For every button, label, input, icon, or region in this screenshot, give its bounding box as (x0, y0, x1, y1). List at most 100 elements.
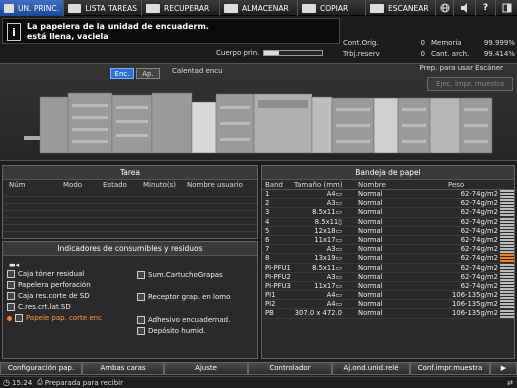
job-row[interactable] (3, 225, 257, 232)
duplex-button[interactable]: Ambas caras (82, 362, 164, 375)
consumable-item[interactable]: Sum.CartuchoGrapas (137, 271, 223, 279)
tray-name: Normal (358, 309, 383, 318)
tab-main-unit[interactable]: UN. PRINC. (0, 0, 64, 16)
column-header: Minuto(s) (143, 181, 176, 189)
consumables-title: Indicadores de consumibles y residuos (3, 242, 257, 256)
sample-print-config-button[interactable]: Conf.impr.muestra (410, 362, 490, 375)
tray-size: 12x18▭ (314, 226, 342, 235)
paper-empty-icon (500, 254, 514, 263)
tray-row[interactable]: 6 11x17▭ Normal 62-74g/m2 (262, 235, 514, 246)
tab-job-list[interactable]: LISTA TAREAS (64, 0, 142, 16)
status-text: Preparada para recibir (44, 378, 123, 387)
tray-row[interactable]: 8 13x19▭ Normal 62-74g/m2 (262, 254, 514, 264)
tray-name: Normal (358, 254, 383, 263)
column-header: Estado (103, 181, 127, 189)
tray-row[interactable]: PI-PFU1 8.5x11▭ Normal 62-74g/m2 (262, 264, 514, 273)
message-area: i La papelera de la unidad de encuaderm.… (2, 18, 340, 44)
tray-row[interactable]: PI-PFU3 11x17▭ Normal 62-74g/m2 (262, 281, 514, 292)
retrieve-icon (146, 3, 160, 13)
paper-level-icon (500, 281, 514, 290)
network-icon: ⇄ (507, 378, 513, 387)
tab-label: UN. PRINC. (17, 3, 59, 13)
consumable-label: Papele pap. corte enc (26, 314, 102, 322)
job-row[interactable] (3, 197, 257, 204)
main-body-indicator: Cuerpo prin. (216, 49, 324, 57)
consumable-label: Caja tóner residual (18, 270, 85, 278)
clock-icon: ◷ (3, 378, 10, 387)
column-header: Modo (63, 181, 83, 189)
relay-unit-adjust-button[interactable]: Aj.ond.unid.relé (332, 362, 410, 375)
tab-label: ESCANEAR (388, 3, 429, 13)
tray-name: Normal (358, 291, 383, 300)
tray-name: Normal (358, 272, 383, 281)
tray-band: 8 (265, 254, 270, 263)
counter-row: Cont.Orig. 0 Memoria 99.999% (343, 39, 515, 49)
job-row[interactable] (3, 190, 257, 197)
tray-band: PI-PFU2 (265, 272, 291, 281)
tray-band: 5 (265, 226, 270, 235)
tray-name: Normal (358, 245, 383, 254)
message-line-1: La papelera de la unidad de encuaderm. (27, 22, 209, 31)
consumable-item[interactable]: C.res.crt.lat.SD (7, 303, 71, 311)
tray-weight: 62-74g/m2 (460, 235, 498, 244)
volume-button[interactable] (454, 0, 476, 16)
tray-row[interactable]: 3 8.5x11▭ Normal 62-74g/m2 (262, 208, 514, 218)
consumable-item[interactable]: Adhesivo encuadernad. (137, 316, 230, 324)
counter-value: 0 (420, 39, 425, 47)
arrow-right-icon: ▶ (500, 364, 507, 372)
job-row[interactable] (3, 211, 257, 218)
paper-level-icon (500, 309, 514, 318)
scan-icon (370, 3, 384, 13)
paper-setting-button[interactable]: Configuración pap. (0, 362, 82, 375)
tray-size: 13x19▭ (314, 254, 342, 263)
paper-level-icon (500, 245, 514, 254)
job-row[interactable] (3, 218, 257, 225)
tray-size: 11x17▭ (314, 235, 342, 244)
tray-name: Normal (358, 300, 383, 309)
paper-tray-title: Bandeja de papel (262, 166, 514, 180)
speaker-icon (460, 3, 467, 13)
consumable-item[interactable]: Depósito humid. (137, 327, 206, 335)
tray-row[interactable]: 5 12x18▭ Normal 62-74g/m2 (262, 227, 514, 236)
controller-button[interactable]: Controlador (248, 362, 332, 375)
adjust-button[interactable]: Ajuste (164, 362, 248, 375)
tab-scan[interactable]: ESCANEAR (366, 0, 436, 16)
tray-band: 3 (265, 208, 270, 217)
tray-row[interactable]: 2 A3▭ Normal 62-74g/m2 (262, 199, 514, 209)
status-bar: ◷ 15:24 ⎙ Preparada para recibir ⇄ (0, 376, 517, 388)
counter-value: 99.414% (483, 50, 515, 58)
tray-row[interactable]: PI2 A4▭ Normal 106-135g/m2 (262, 300, 514, 310)
tray-row[interactable]: 4 8.5x11▯ Normal 62-74g/m2 (262, 218, 514, 227)
help-button[interactable]: ? (476, 0, 496, 16)
tab-store[interactable]: ALMACENAR (220, 0, 298, 16)
consumable-item[interactable]: Caja tóner residual (7, 270, 84, 278)
consumable-item[interactable]: Receptor grap. en lomo (137, 293, 230, 301)
job-panel: Tarea Núm Modo Estado Minuto(s) Nombre u… (2, 165, 258, 239)
consumable-item-alert[interactable]: Papele pap. corte enc (7, 314, 102, 322)
column-header: Núm (9, 181, 26, 189)
tray-name: Normal (358, 208, 383, 217)
clock-time: 15:24 (11, 378, 33, 387)
tray-weight: 62-74g/m2 (460, 199, 498, 208)
tray-row[interactable]: PI1 A4▭ Normal 106-135g/m2 (262, 291, 514, 301)
tab-retrieve[interactable]: RECUPERAR (142, 0, 220, 16)
consumables-list: ▬◂ Caja tóner residual Papelera perforac… (3, 257, 257, 358)
consumable-item[interactable]: Papelera perforación (7, 281, 91, 289)
paper-level-icon (500, 272, 514, 281)
tray-row[interactable]: PB 307.0 x 472.0 Normal 106-135g/m2 (262, 309, 514, 319)
tray-weight: 62-74g/m2 (460, 226, 498, 235)
tray-weight: 62-74g/m2 (460, 254, 498, 263)
tray-row[interactable]: 7 A3▭ Normal 62-74g/m2 (262, 245, 514, 255)
tray-name: Normal (358, 281, 383, 290)
next-arrow-button[interactable]: ▶ (490, 362, 517, 375)
window-toggle-button[interactable] (496, 0, 517, 16)
paper-level-icon (500, 300, 514, 309)
paper-level-icon (500, 226, 514, 235)
tray-row[interactable]: 1 A4▭ Normal 62-74g/m2 (262, 190, 514, 200)
tab-copy[interactable]: COPIAR (298, 0, 366, 16)
globe-button[interactable] (436, 0, 454, 16)
consumable-item[interactable]: Caja res.corte de SD (7, 292, 90, 300)
job-row[interactable] (3, 204, 257, 211)
tray-row[interactable]: PI-PFU2 A3▭ Normal 62-74g/m2 (262, 273, 514, 282)
counter-label: Memoria (431, 39, 462, 47)
